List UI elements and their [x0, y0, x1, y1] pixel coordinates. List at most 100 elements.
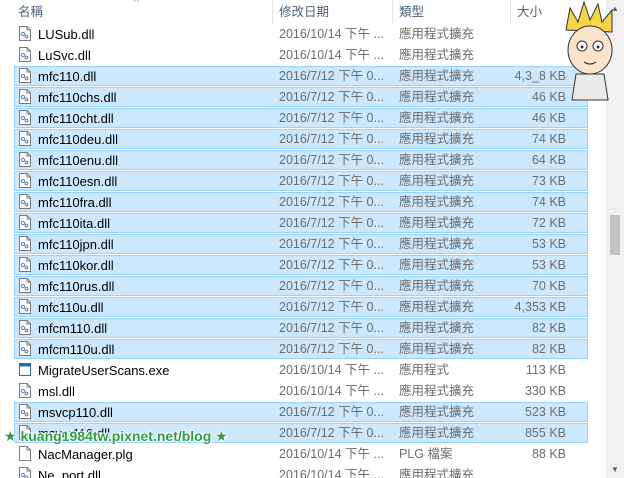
file-name: NacManager.plg [38, 447, 133, 462]
file-size: 523 KB [524, 405, 566, 419]
file-size: 74 KB [531, 132, 566, 146]
dll-file-icon [19, 257, 31, 272]
file-size: 4,353 KB [514, 300, 566, 314]
file-name: mfc110esn.dll [38, 174, 118, 189]
column-divider[interactable] [510, 0, 511, 24]
file-type: 應用程式擴充 [399, 321, 475, 335]
dll-file-icon [19, 131, 31, 146]
scrollbar-thumb[interactable] [610, 215, 620, 255]
file-date: 2016/10/14 下午 ... [279, 468, 384, 478]
dll-file-icon [19, 26, 31, 41]
file-size: 73 KB [531, 174, 566, 188]
dll-file-icon [19, 68, 31, 83]
file-name: mfcm110u.dll [38, 342, 115, 357]
file-name: mfc110kor.dll [38, 258, 114, 273]
file-row[interactable]: mfc110kor.dll 2016/7/12 下午 0... 應用程式擴充 53 K… [0, 255, 606, 276]
file-date: 2016/7/12 下午 0... [279, 405, 384, 419]
dll-file-icon [19, 341, 31, 356]
file-name: msvcp110.dll [38, 405, 113, 420]
file-row[interactable]: Ne..port.dll 2016/10/14 下午 ... 應用程式擴充 [0, 465, 606, 478]
file-size: 82 KB [531, 342, 566, 356]
file-row[interactable]: mfcm110.dll 2016/7/12 下午 0... 應用程式擴充 82 KB [0, 318, 606, 339]
file-row[interactable]: LuSvc.dll 2016/10/14 下午 ... 應用程式擴充 [0, 45, 606, 66]
file-size: 46 KB [531, 111, 566, 125]
file-size: 53 KB [531, 237, 566, 251]
file-name: mfc110enu.dll [38, 153, 118, 168]
column-divider[interactable] [272, 0, 273, 24]
file-name: mfc110deu.dll [38, 132, 118, 147]
file-row[interactable]: mfc110fra.dll 2016/7/12 下午 0... 應用程式擴充 74 K… [0, 192, 606, 213]
dll-file-icon [19, 404, 31, 419]
dll-file-icon [19, 320, 31, 335]
file-type: 應用程式擴充 [399, 237, 475, 251]
file-row[interactable]: LUSub.dll 2016/10/14 下午 ... 應用程式擴充 [0, 24, 606, 45]
file-row[interactable]: MigrateUserScans.exe 2016/10/14 下午 ... 應用程… [0, 360, 606, 381]
file-type: 應用程式擴充 [399, 384, 475, 398]
dll-file-icon [19, 236, 31, 251]
plg-file-icon [19, 446, 31, 461]
file-row[interactable]: msvcp110.dll 2016/7/12 下午 0... 應用程式擴充 523 K… [0, 402, 606, 423]
file-type: 應用程式擴充 [399, 132, 475, 146]
dll-file-icon [19, 110, 31, 125]
file-type: 應用程式擴充 [399, 195, 475, 209]
file-date: 2016/7/12 下午 0... [279, 300, 384, 314]
file-date: 2016/7/12 下午 0... [279, 279, 384, 293]
file-name: MigrateUserScans.exe [38, 363, 170, 378]
dll-file-icon [19, 278, 31, 293]
file-row[interactable]: mfc110chs.dll 2016/7/12 下午 0... 應用程式擴充 46 K… [0, 87, 606, 108]
file-type: 應用程式擴充 [399, 426, 475, 440]
file-size: 113 KB [525, 363, 566, 377]
file-date: 2016/7/12 下午 0... [279, 321, 384, 335]
file-name: mfcm110.dll [38, 321, 108, 336]
file-date: 2016/7/12 下午 0... [279, 342, 384, 356]
file-row[interactable]: NacManager.plg 2016/10/14 下午 ... PLG 檔案 88 … [0, 444, 606, 465]
file-row[interactable]: mfc110u.dll 2016/7/12 下午 0... 應用程式擴充 4,353 … [0, 297, 606, 318]
sort-ascending-icon: ^ [134, 0, 139, 8]
file-name: Ne..port.dll [38, 468, 101, 478]
column-header-size[interactable]: 大小 [517, 0, 542, 24]
file-row[interactable]: mfcm110u.dll 2016/7/12 下午 0... 應用程式擴充 82 KB [0, 339, 606, 360]
file-row[interactable]: mfc110enu.dll 2016/7/12 下午 0... 應用程式擴充 64 K… [0, 150, 606, 171]
exe-file-icon [19, 362, 31, 377]
file-date: 2016/7/12 下午 0... [279, 153, 384, 167]
column-header-name[interactable]: 名稱 [18, 0, 43, 24]
file-size: 855 KB [524, 426, 566, 440]
file-date: 2016/10/14 下午 ... [279, 27, 384, 41]
file-row[interactable]: msl.dll 2016/10/14 下午 ... 應用程式擴充 330 KB [0, 381, 606, 402]
file-row[interactable]: mfc110rus.dll 2016/7/12 下午 0... 應用程式擴充 70 K… [0, 276, 606, 297]
file-type: 應用程式擴充 [399, 258, 475, 272]
file-name: msl.dll [38, 384, 75, 399]
file-type: 應用程式擴充 [399, 468, 475, 478]
file-list: LUSub.dll 2016/10/14 下午 ... 應用程式擴充 LuSvc.dl… [0, 24, 606, 478]
file-row[interactable]: mfc110jpn.dll 2016/7/12 下午 0... 應用程式擴充 53 K… [0, 234, 606, 255]
file-name: LuSvc.dll [38, 48, 91, 63]
file-row[interactable]: mfc110esn.dll 2016/7/12 下午 0... 應用程式擴充 73 K… [0, 171, 606, 192]
file-size: 330 KB [524, 384, 566, 398]
file-date: 2016/7/12 下午 0... [279, 90, 384, 104]
file-row[interactable]: mfc110cht.dll 2016/7/12 下午 0... 應用程式擴充 46 K… [0, 108, 606, 129]
dll-file-icon [19, 152, 31, 167]
file-size: 53 KB [531, 258, 566, 272]
column-divider[interactable] [392, 0, 393, 24]
mascot-watermark-icon [565, 0, 613, 101]
dll-file-icon [19, 467, 31, 478]
column-header-date[interactable]: 修改日期 [279, 0, 329, 24]
file-date: 2016/10/14 下午 ... [279, 363, 384, 377]
file-type: 應用程式擴充 [399, 342, 475, 356]
file-row[interactable]: mfc110deu.dll 2016/7/12 下午 0... 應用程式擴充 74 K… [0, 129, 606, 150]
file-type: 應用程式擴充 [399, 27, 475, 41]
file-name: mfc110.dll [38, 69, 97, 84]
file-row[interactable]: mfc110ita.dll 2016/7/12 下午 0... 應用程式擴充 72 K… [0, 213, 606, 234]
dll-file-icon [19, 215, 31, 230]
file-type: 應用程式擴充 [399, 153, 475, 167]
file-date: 2016/7/12 下午 0... [279, 69, 384, 83]
file-date: 2016/7/12 下午 0... [279, 237, 384, 251]
file-type: 應用程式 [399, 363, 450, 377]
scroll-down-arrow-icon[interactable]: ▼ [606, 461, 624, 478]
file-row[interactable]: mfc110.dll 2016/7/12 下午 0... 應用程式擴充 4,3_8 K… [0, 66, 606, 87]
file-date: 2016/7/12 下午 0... [279, 132, 384, 146]
file-size: 64 KB [531, 153, 566, 167]
column-header-type[interactable]: 類型 [399, 0, 424, 24]
file-type: PLG 檔案 [399, 447, 453, 461]
file-size: 70 KB [531, 279, 566, 293]
